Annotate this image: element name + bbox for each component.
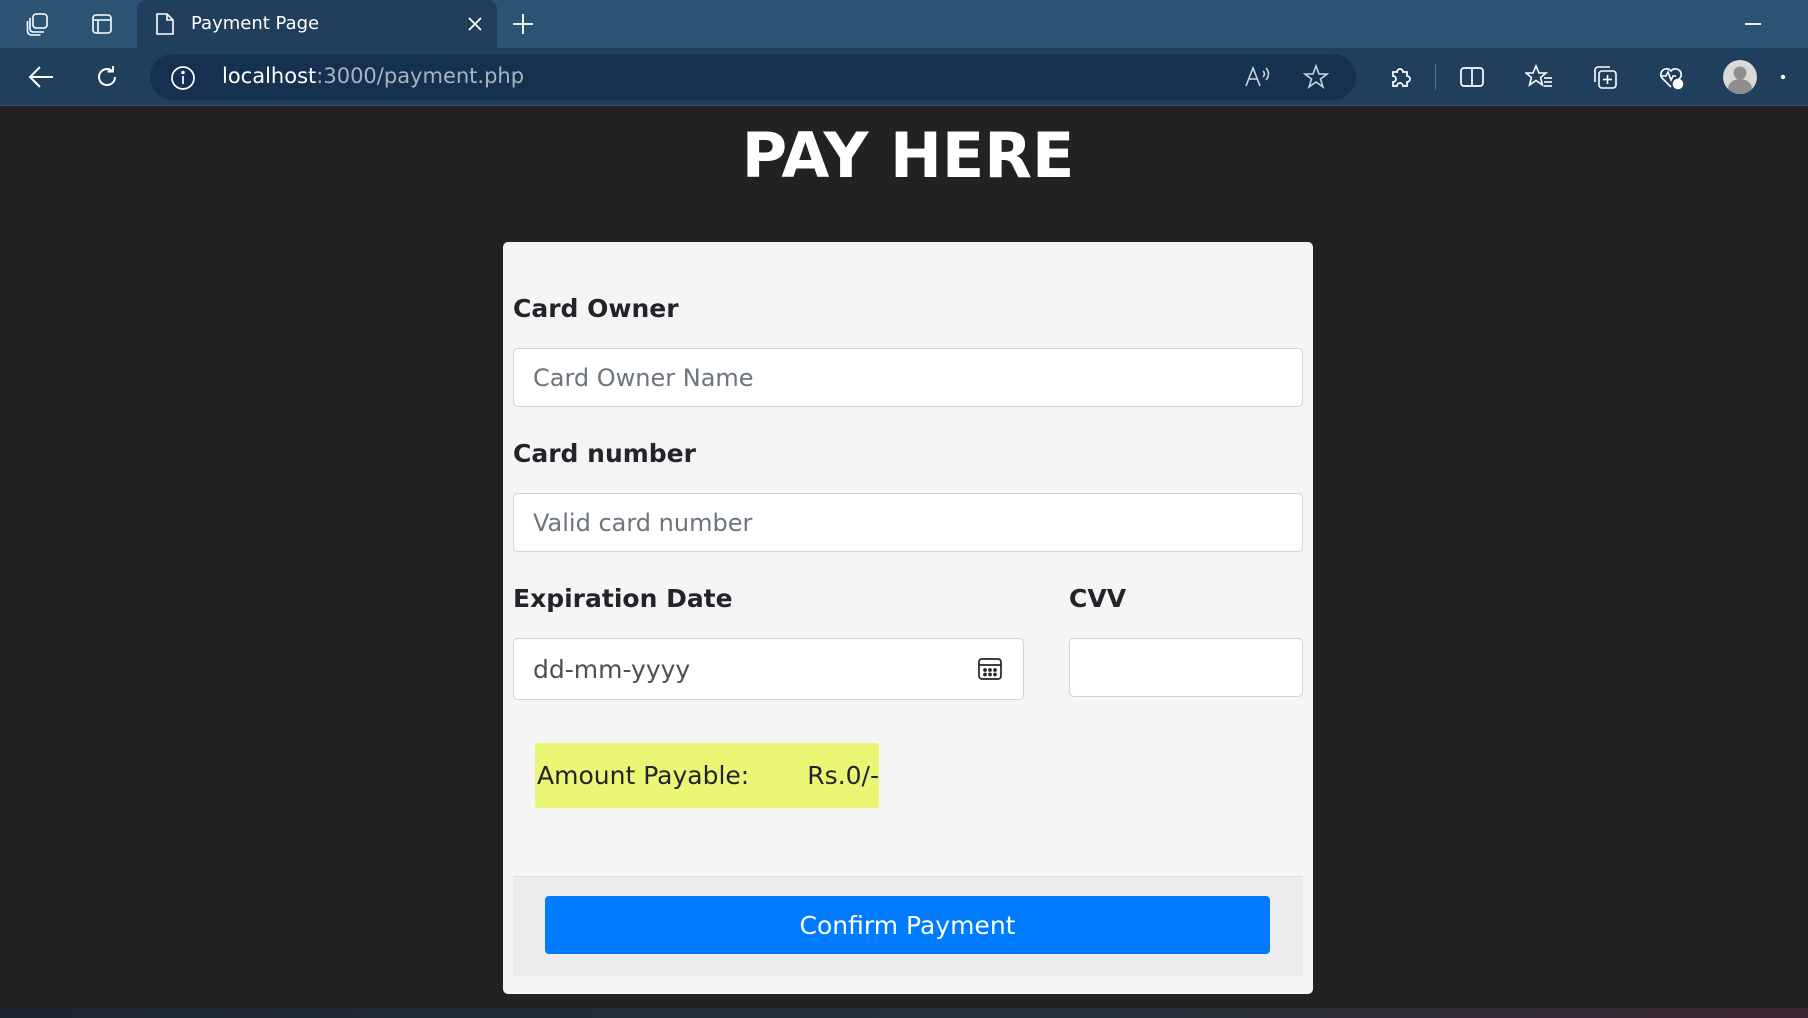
payment-form-card: Card Owner Card number Expiration Date d… <box>503 242 1313 994</box>
tab-actions-icon[interactable] <box>84 8 120 40</box>
url-text[interactable]: localhost:3000/payment.php <box>222 64 524 88</box>
minimize-icon[interactable] <box>1736 8 1770 40</box>
collections-icon[interactable] <box>1584 56 1626 98</box>
amount-payable-box: Amount Payable: Rs.0/- <box>535 743 879 808</box>
amount-payable-label: Amount Payable: <box>537 761 750 790</box>
taskbar-edge <box>0 1008 1808 1018</box>
browser-toolbar: localhost:3000/payment.php <box>0 48 1808 105</box>
page-icon <box>155 12 175 40</box>
more-icon[interactable] <box>1780 56 1808 98</box>
split-screen-icon[interactable] <box>1451 56 1493 98</box>
tab-title: Payment Page <box>191 13 320 34</box>
toolbar-separator <box>1435 64 1436 90</box>
url-path: :3000/payment.php <box>316 64 525 88</box>
star-icon[interactable] <box>1300 62 1332 92</box>
card-footer: Confirm Payment <box>513 876 1303 976</box>
cvv-input[interactable] <box>1069 638 1303 697</box>
card-owner-input[interactable] <box>513 348 1303 407</box>
browser-essentials-icon[interactable] <box>1650 56 1692 98</box>
expiration-date-input[interactable]: dd-mm-yyyy <box>513 638 1024 700</box>
amount-payable-value: Rs.0/- <box>807 761 879 790</box>
calendar-icon[interactable] <box>977 657 1003 681</box>
plus-icon[interactable] <box>506 8 540 40</box>
workspaces-icon[interactable] <box>20 8 56 40</box>
cvv-label: CVV <box>1069 584 1127 613</box>
puzzle-icon[interactable] <box>1380 56 1422 98</box>
card-number-label: Card number <box>513 439 696 468</box>
close-icon[interactable] <box>463 12 487 36</box>
active-tab[interactable]: Payment Page <box>137 0 497 48</box>
read-aloud-icon[interactable] <box>1242 62 1274 92</box>
refresh-icon[interactable] <box>86 56 128 98</box>
url-host: localhost <box>222 64 317 88</box>
toolbar-divider <box>0 105 1808 106</box>
back-arrow-icon[interactable] <box>20 56 62 98</box>
expiration-date-placeholder: dd-mm-yyyy <box>533 654 691 684</box>
card-owner-label: Card Owner <box>513 294 679 323</box>
page-title: PAY HERE <box>741 119 1075 192</box>
info-icon[interactable] <box>170 65 196 95</box>
favorites-icon[interactable] <box>1518 56 1560 98</box>
confirm-payment-button[interactable]: Confirm Payment <box>545 896 1270 954</box>
expiration-date-label: Expiration Date <box>513 584 733 613</box>
address-bar[interactable]: localhost:3000/payment.php <box>150 54 1356 100</box>
browser-tab-strip: Payment Page <box>0 0 1808 48</box>
profile-avatar-icon[interactable] <box>1719 56 1761 98</box>
card-number-input[interactable] <box>513 493 1303 552</box>
